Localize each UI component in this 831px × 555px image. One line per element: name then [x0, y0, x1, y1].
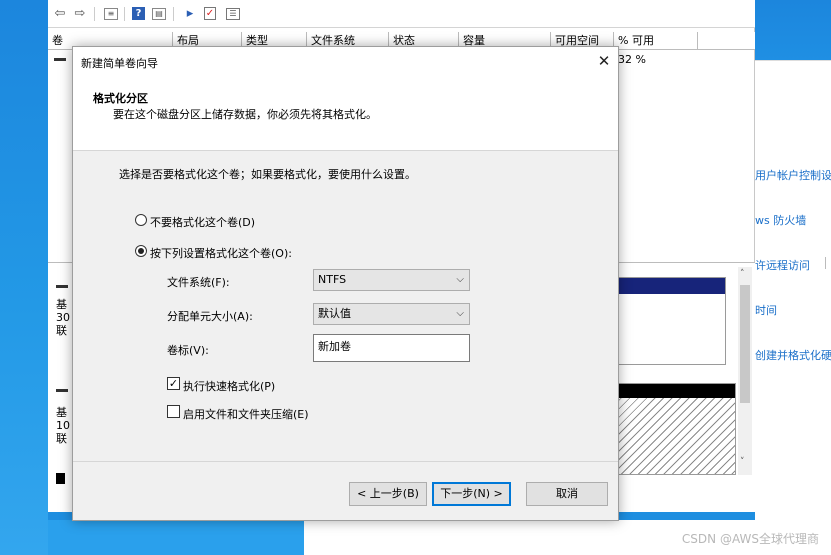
percent-free-value: 32 % [618, 53, 646, 66]
disk-icon [56, 285, 68, 288]
col-percent-free[interactable]: % 可用 [614, 32, 698, 50]
chevron-down-icon: ⌵ [456, 274, 464, 285]
rescan-disks-icon[interactable]: ▸ [182, 6, 198, 22]
scrollbar[interactable]: ˄ ˅ [738, 267, 752, 475]
format-prompt: 选择是否要格式化这个卷；如果要格式化，要使用什么设置。 [119, 168, 416, 181]
watermark-text: CSDN @AWS全球代理商 [681, 532, 819, 546]
alloc-unit-value: 默认值 [318, 307, 351, 320]
drive-icon [54, 58, 66, 61]
toolbar-separator [94, 7, 95, 21]
radio-no-format-label[interactable]: 不要格式化这个卷(D) [150, 214, 255, 230]
new-simple-volume-wizard: 新建简单卷向导 ✕ 格式化分区 要在这个磁盘分区上储存数据，你必须先将其格式化。… [72, 46, 619, 521]
link-separator [825, 257, 826, 269]
quick-format-checkbox[interactable]: ✓ [167, 377, 180, 390]
page-title: 格式化分区 [93, 92, 148, 105]
desktop-background-bottom [48, 520, 304, 555]
alloc-unit-select[interactable]: 默认值 ⌵ [313, 303, 470, 325]
link-uac[interactable]: 用户帐户控制设 [755, 167, 831, 183]
disk-label[interactable]: 基 30 联 [56, 298, 70, 337]
link-time[interactable]: 时间 [755, 302, 777, 318]
filesystem-value: NTFS [318, 273, 347, 286]
desktop-background-right [755, 0, 831, 60]
wizard-title: 新建简单卷向导 [81, 57, 158, 70]
chevron-down-icon: ⌵ [456, 308, 464, 319]
link-format-disk[interactable]: 创建并格式化硬 [755, 347, 831, 363]
partition-block[interactable] [618, 277, 726, 365]
scroll-thumb[interactable] [740, 285, 750, 403]
scroll-down-icon[interactable]: ˅ [740, 457, 745, 467]
unallocated-block[interactable] [618, 383, 736, 475]
volume-label-input[interactable]: 新加卷 [313, 334, 470, 362]
link-firewall[interactable]: ws 防火墙 [755, 212, 806, 228]
filesystem-label: 文件系统(F): [167, 276, 230, 289]
quick-format-label[interactable]: 执行快速格式化(P) [183, 378, 275, 394]
right-panel: 用户帐户控制设 ws 防火墙 许远程访问 时间 创建并格式化硬 [755, 60, 831, 520]
compression-label[interactable]: 启用文件和文件夹压缩(E) [183, 406, 309, 422]
disk-label[interactable]: 基 10 联 [56, 406, 70, 445]
toolbar-separator [124, 7, 125, 21]
alloc-unit-label: 分配单元大小(A): [167, 310, 253, 323]
view-icon[interactable]: ☰ [226, 8, 240, 20]
link-remote-access[interactable]: 许远程访问 [755, 257, 810, 273]
console-tree-icon[interactable]: ≡ [104, 8, 118, 20]
page-description: 要在这个磁盘分区上储存数据，你必须先将其格式化。 [113, 108, 377, 121]
disk-icon [56, 389, 68, 392]
properties-icon[interactable]: ▤ [152, 8, 166, 20]
cancel-button[interactable]: 取消 [526, 482, 608, 506]
forward-arrow-icon[interactable]: ⇨ [72, 6, 88, 22]
toolbar-separator [173, 7, 174, 21]
radio-format-label[interactable]: 按下列设置格式化这个卷(O): [150, 245, 292, 261]
back-arrow-icon[interactable]: ⇦ [52, 6, 68, 22]
close-icon[interactable]: ✕ [593, 50, 615, 72]
back-button[interactable]: < 上一步(B) [349, 482, 427, 506]
radio-format[interactable] [135, 245, 147, 257]
checklist-icon[interactable]: ✓ [204, 7, 216, 20]
toolbar: ⇦ ⇨ ≡ ? ▤ ▸ ✓ ☰ [48, 0, 755, 28]
radio-no-format[interactable] [135, 214, 147, 226]
volume-label-label: 卷标(V): [167, 344, 209, 357]
next-button[interactable]: 下一步(N) > [432, 482, 511, 506]
help-icon[interactable]: ? [132, 7, 145, 20]
footer-divider [73, 461, 618, 462]
wizard-header: 格式化分区 要在这个磁盘分区上储存数据，你必须先将其格式化。 [73, 77, 618, 151]
filesystem-select[interactable]: NTFS ⌵ [313, 269, 470, 291]
scroll-up-icon[interactable]: ˄ [740, 269, 745, 279]
legend-swatch [56, 473, 65, 484]
wizard-titlebar: 新建简单卷向导 ✕ [73, 47, 618, 77]
desktop-background [0, 0, 48, 555]
compression-checkbox[interactable] [167, 405, 180, 418]
